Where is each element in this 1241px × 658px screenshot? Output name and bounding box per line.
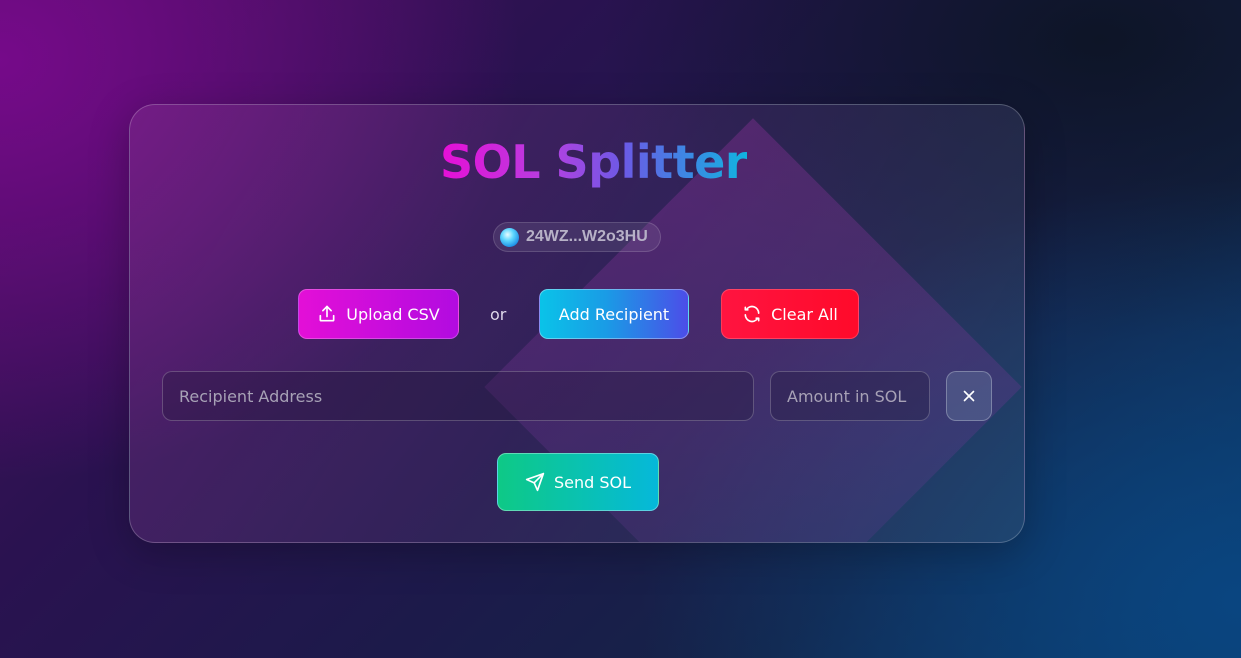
send-icon: [525, 472, 545, 492]
clear-all-label: Clear All: [771, 304, 838, 324]
add-recipient-button[interactable]: Add Recipient: [539, 289, 689, 339]
amount-input[interactable]: [770, 371, 930, 421]
splitter-card: SOL Splitter 24WZ...W2o3HU Upload CSV or…: [129, 104, 1025, 543]
refresh-icon: [744, 305, 760, 323]
wallet-address: 24WZ...W2o3HU: [526, 228, 648, 245]
send-sol-button[interactable]: Send SOL: [497, 453, 659, 511]
upload-csv-button[interactable]: Upload CSV: [298, 289, 459, 339]
wallet-avatar-icon: [500, 227, 519, 247]
close-icon: [963, 390, 975, 402]
recipient-address-input[interactable]: [162, 371, 754, 421]
wallet-badge[interactable]: 24WZ...W2o3HU: [493, 222, 661, 252]
or-separator: or: [490, 305, 507, 324]
upload-csv-label: Upload CSV: [346, 304, 440, 324]
page-title: SOL Splitter: [440, 135, 748, 189]
remove-recipient-button[interactable]: [946, 371, 992, 421]
add-recipient-label: Add Recipient: [558, 304, 670, 324]
upload-icon: [319, 305, 335, 322]
send-sol-label: Send SOL: [553, 472, 632, 492]
clear-all-button[interactable]: Clear All: [721, 289, 859, 339]
